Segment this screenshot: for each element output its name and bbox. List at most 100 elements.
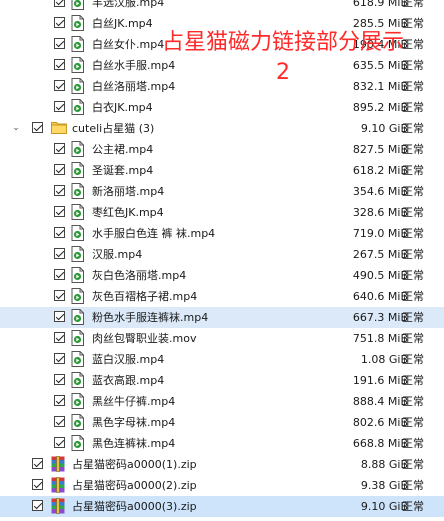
file-row[interactable]: 白丝洛丽塔.mp4 832.1 MiB 正常 xyxy=(0,76,444,97)
row-checkbox[interactable] xyxy=(54,248,65,259)
file-row[interactable]: 汉服.mp4 267.5 MiB 正常 xyxy=(0,244,444,265)
row-name: 灰白色洛丽塔.mp4 xyxy=(92,269,187,282)
row-name: 公主裙.mp4 xyxy=(92,143,154,156)
video-file-icon xyxy=(71,0,84,10)
row-name: 灰色百褶格子裙.mp4 xyxy=(92,290,198,303)
file-row[interactable]: 新洛丽塔.mp4 354.6 MiB 正常 xyxy=(0,181,444,202)
row-checkbox[interactable] xyxy=(54,143,65,154)
row-checkbox[interactable] xyxy=(32,479,43,490)
row-size: 9.38 GiB xyxy=(360,479,408,492)
file-row[interactable]: 白衣JK.mp4 895.2 MiB 正常 xyxy=(0,97,444,118)
file-row[interactable]: 黑色字母袜.mp4 802.6 MiB 正常 xyxy=(0,412,444,433)
row-checkbox[interactable] xyxy=(54,101,65,112)
file-row[interactable]: 白丝女仆.mp4 190.4 MiB 正常 xyxy=(0,34,444,55)
chevron-down-icon[interactable]: ⌄ xyxy=(11,118,21,139)
row-checkbox[interactable] xyxy=(54,59,65,70)
row-status: 正常 xyxy=(402,17,424,30)
row-checkbox[interactable] xyxy=(54,269,65,280)
row-name: 白丝JK.mp4 xyxy=(92,17,153,30)
row-checkbox[interactable] xyxy=(54,185,65,196)
row-checkbox[interactable] xyxy=(32,458,43,469)
file-row[interactable]: 白丝水手服.mp4 635.5 MiB 正常 xyxy=(0,55,444,76)
row-checkbox[interactable] xyxy=(54,164,65,175)
row-checkbox[interactable] xyxy=(54,353,65,364)
zip-archive-icon xyxy=(51,477,65,493)
row-name: 黑丝牛仔裤.mp4 xyxy=(92,395,176,408)
file-row[interactable]: 肉丝包臀职业装.mov 751.8 MiB 正常 xyxy=(0,328,444,349)
row-name: 肉丝包臀职业装.mov xyxy=(92,332,197,345)
row-size: 8.88 GiB xyxy=(360,458,408,471)
row-status: 正常 xyxy=(402,269,424,282)
file-row[interactable]: 白丝JK.mp4 285.5 MiB 正常 xyxy=(0,13,444,34)
video-file-icon xyxy=(71,162,84,178)
row-status: 正常 xyxy=(402,437,424,450)
torrent-file-list: 丰选汉服.mp4 618.9 MiB 正常 白丝JK.mp4 285.5 MiB 正常 白丝… xyxy=(0,0,444,517)
row-checkbox[interactable] xyxy=(54,437,65,448)
video-file-icon xyxy=(71,36,84,52)
file-row[interactable]: 占星猫密码a0000(3).zip 9.10 GiB 正常 xyxy=(0,496,444,517)
folder-row[interactable]: ⌄ cuteli占星猫 (3) 9.10 GiB 正常 xyxy=(0,118,444,139)
video-file-icon xyxy=(71,225,84,241)
row-checkbox[interactable] xyxy=(54,311,65,322)
row-status: 正常 xyxy=(402,332,424,345)
row-checkbox[interactable] xyxy=(54,227,65,238)
row-size: 640.6 MiB xyxy=(352,290,408,303)
file-row[interactable]: 蓝衣高跟.mp4 191.6 MiB 正常 xyxy=(0,370,444,391)
row-checkbox[interactable] xyxy=(54,290,65,301)
file-row[interactable]: 黑色连裤袜.mp4 668.8 MiB 正常 xyxy=(0,433,444,454)
file-row[interactable]: 圣诞套.mp4 618.2 MiB 正常 xyxy=(0,160,444,181)
file-row[interactable]: 黑丝牛仔裤.mp4 888.4 MiB 正常 xyxy=(0,391,444,412)
file-row[interactable]: 枣红色JK.mp4 328.6 MiB 正常 xyxy=(0,202,444,223)
row-size: 618.2 MiB xyxy=(352,164,408,177)
row-name: 占星猫密码a0000(1).zip xyxy=(72,458,197,471)
video-file-icon xyxy=(71,393,84,409)
file-row[interactable]: 公主裙.mp4 827.5 MiB 正常 xyxy=(0,139,444,160)
row-checkbox[interactable] xyxy=(54,17,65,28)
video-file-icon xyxy=(71,78,84,94)
row-size: 827.5 MiB xyxy=(352,143,408,156)
file-row[interactable]: 灰白色洛丽塔.mp4 490.5 MiB 正常 xyxy=(0,265,444,286)
row-status: 正常 xyxy=(402,59,424,72)
video-file-icon xyxy=(71,435,84,451)
row-checkbox[interactable] xyxy=(32,500,43,511)
video-file-icon xyxy=(71,15,84,31)
row-name: 黑色连裤袜.mp4 xyxy=(92,437,176,450)
row-checkbox[interactable] xyxy=(54,374,65,385)
file-row[interactable]: 占星猫密码a0000(2).zip 9.38 GiB 正常 xyxy=(0,475,444,496)
file-row[interactable]: 粉色水手服连裤袜.mp4 667.3 MiB 正常 xyxy=(0,307,444,328)
row-size: 490.5 MiB xyxy=(352,269,408,282)
row-checkbox[interactable] xyxy=(54,38,65,49)
video-file-icon xyxy=(71,246,84,262)
row-name: 新洛丽塔.mp4 xyxy=(92,185,165,198)
video-file-icon xyxy=(71,330,84,346)
row-checkbox[interactable] xyxy=(54,0,65,7)
row-checkbox[interactable] xyxy=(54,332,65,343)
video-file-icon xyxy=(71,288,84,304)
row-status: 正常 xyxy=(402,248,424,261)
row-size: 719.0 MiB xyxy=(352,227,408,240)
row-checkbox[interactable] xyxy=(54,416,65,427)
row-checkbox[interactable] xyxy=(54,395,65,406)
row-status: 正常 xyxy=(402,416,424,429)
file-row[interactable]: 水手服白色连 裤 袜.mp4 719.0 MiB 正常 xyxy=(0,223,444,244)
row-status: 正常 xyxy=(402,80,424,93)
file-row[interactable]: 占星猫密码a0000(1).zip 8.88 GiB 正常 xyxy=(0,454,444,475)
row-status: 正常 xyxy=(402,0,424,9)
row-status: 正常 xyxy=(402,500,424,513)
row-name: 黑色字母袜.mp4 xyxy=(92,416,176,429)
row-size: 9.10 GiB xyxy=(360,122,408,135)
video-file-icon xyxy=(71,309,84,325)
row-checkbox[interactable] xyxy=(54,206,65,217)
video-file-icon xyxy=(71,57,84,73)
row-name: 汉服.mp4 xyxy=(92,248,143,261)
row-status: 正常 xyxy=(402,122,424,135)
file-row[interactable]: 蓝白汉服.mp4 1.08 GiB 正常 xyxy=(0,349,444,370)
row-checkbox[interactable] xyxy=(54,80,65,91)
row-checkbox[interactable] xyxy=(32,122,43,133)
zip-archive-icon xyxy=(51,456,65,472)
row-size: 354.6 MiB xyxy=(352,185,408,198)
row-name: 蓝衣高跟.mp4 xyxy=(92,374,165,387)
row-size: 328.6 MiB xyxy=(352,206,408,219)
file-row[interactable]: 灰色百褶格子裙.mp4 640.6 MiB 正常 xyxy=(0,286,444,307)
file-row[interactable]: 丰选汉服.mp4 618.9 MiB 正常 xyxy=(0,0,444,13)
